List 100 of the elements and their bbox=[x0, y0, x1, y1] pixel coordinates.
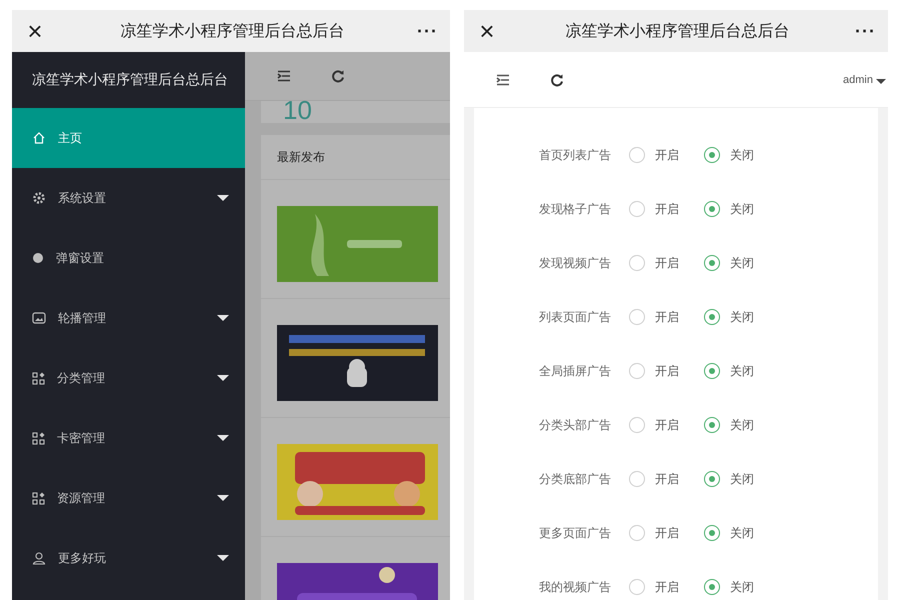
stat-value: 10 bbox=[283, 97, 313, 123]
card-heading: 最新发布 bbox=[261, 135, 450, 180]
radio-label: 开启 bbox=[655, 200, 679, 218]
radio-option[interactable]: 关闭 bbox=[704, 362, 779, 380]
radio-label: 开启 bbox=[655, 578, 679, 596]
radio-option[interactable]: 关闭 bbox=[704, 308, 779, 326]
user-icon bbox=[32, 551, 46, 565]
sidebar-item-label: 主页 bbox=[58, 130, 83, 146]
user-menu[interactable]: admin bbox=[843, 74, 888, 86]
refresh-button[interactable] bbox=[550, 72, 564, 86]
sidebar-item[interactable]: 分类管理 bbox=[12, 348, 245, 408]
close-button[interactable]: × bbox=[474, 18, 500, 44]
radio-button[interactable] bbox=[704, 363, 720, 379]
radio-option[interactable]: 开启 bbox=[629, 524, 704, 542]
radio-button[interactable] bbox=[629, 525, 645, 541]
sidebar-item[interactable]: 主页 bbox=[12, 108, 245, 168]
radio-label: 开启 bbox=[655, 524, 679, 542]
setting-label: 分类头部广告 bbox=[539, 416, 612, 434]
more-button[interactable]: ··· bbox=[417, 20, 438, 42]
radio-option[interactable]: 关闭 bbox=[704, 524, 779, 542]
radio-label: 开启 bbox=[655, 146, 679, 164]
radio-option[interactable]: 开启 bbox=[629, 470, 704, 488]
sidebar-item-label: 弹窗设置 bbox=[56, 250, 105, 266]
radio-label: 开启 bbox=[655, 254, 679, 272]
grid-icon bbox=[32, 492, 45, 504]
radio-label: 关闭 bbox=[730, 524, 754, 542]
refresh-button[interactable] bbox=[331, 69, 345, 83]
radio-label: 开启 bbox=[655, 470, 679, 488]
radio-option[interactable]: 开启 bbox=[629, 416, 704, 434]
radio-button[interactable] bbox=[704, 579, 720, 595]
radio-button[interactable] bbox=[704, 471, 720, 487]
radio-label: 开启 bbox=[655, 308, 679, 326]
sidebar-item-label: 系统设置 bbox=[58, 190, 107, 206]
close-button[interactable]: × bbox=[22, 18, 48, 44]
setting-label: 列表页面广告 bbox=[539, 308, 612, 326]
menu-button[interactable] bbox=[277, 70, 291, 82]
radio-button[interactable] bbox=[704, 417, 720, 433]
radio-button[interactable] bbox=[629, 309, 645, 325]
sidebar-item-label: 轮播管理 bbox=[58, 310, 107, 326]
radio-label: 关闭 bbox=[730, 146, 754, 164]
radio-option[interactable]: 关闭 bbox=[704, 146, 779, 164]
sidebar-item-label: 更多好玩 bbox=[58, 550, 107, 566]
radio-option[interactable]: 开启 bbox=[629, 362, 704, 380]
setting-label: 我的视频广告 bbox=[539, 578, 612, 596]
sidebar-item-label: 卡密管理 bbox=[57, 430, 106, 446]
radio-button[interactable] bbox=[629, 579, 645, 595]
setting-label: 发现格子广告 bbox=[539, 200, 612, 218]
grid-icon bbox=[32, 432, 45, 444]
setting-label: 全局插屏广告 bbox=[539, 362, 612, 380]
radio-label: 关闭 bbox=[730, 362, 754, 380]
radio-button[interactable] bbox=[629, 201, 645, 217]
radio-button[interactable] bbox=[704, 201, 720, 217]
more-button[interactable]: ··· bbox=[855, 20, 876, 42]
radio-option[interactable]: 开启 bbox=[629, 308, 704, 326]
radio-label: 关闭 bbox=[730, 578, 754, 596]
radio-option[interactable]: 开启 bbox=[629, 200, 704, 218]
radio-option[interactable]: 关闭 bbox=[704, 470, 779, 488]
radio-button[interactable] bbox=[629, 255, 645, 271]
sidebar-item[interactable]: 卡密管理 bbox=[12, 408, 245, 468]
sidebar-item-label: 资源管理 bbox=[57, 490, 106, 506]
sidebar-item[interactable]: 系统设置 bbox=[12, 168, 245, 228]
radio-button[interactable] bbox=[704, 255, 720, 271]
sidebar-item[interactable]: 弹窗设置 bbox=[12, 228, 245, 288]
window-title: 凉笙学术小程序管理后台总后台 bbox=[120, 22, 346, 42]
dot-icon bbox=[32, 252, 44, 264]
radio-button[interactable] bbox=[629, 363, 645, 379]
radio-option[interactable]: 关闭 bbox=[704, 578, 779, 596]
sidebar-item[interactable]: 资源管理 bbox=[12, 468, 245, 528]
grid-icon bbox=[32, 372, 45, 384]
radio-button[interactable] bbox=[629, 147, 645, 163]
radio-option[interactable]: 关闭 bbox=[704, 254, 779, 272]
radio-label: 开启 bbox=[655, 362, 679, 380]
radio-button[interactable] bbox=[629, 471, 645, 487]
radio-button[interactable] bbox=[704, 525, 720, 541]
sidebar-item[interactable]: 轮播管理 bbox=[12, 288, 245, 348]
radio-label: 关闭 bbox=[730, 200, 754, 218]
menu-button[interactable] bbox=[496, 74, 510, 86]
radio-option[interactable]: 开启 bbox=[629, 578, 704, 596]
radio-option[interactable]: 关闭 bbox=[704, 416, 779, 434]
window-title: 凉笙学术小程序管理后台总后台 bbox=[564, 22, 790, 42]
setting-label: 首页列表广告 bbox=[539, 146, 612, 164]
radio-button[interactable] bbox=[704, 147, 720, 163]
image-icon bbox=[32, 312, 46, 324]
sidebar-title: 凉笙学术小程序管理后台总后台 bbox=[31, 70, 229, 89]
sidebar-item-label: 分类管理 bbox=[57, 370, 106, 386]
refresh-icon bbox=[550, 72, 564, 86]
radio-option[interactable]: 开启 bbox=[629, 146, 704, 164]
setting-label: 分类底部广告 bbox=[539, 470, 612, 488]
menu-icon bbox=[277, 70, 291, 82]
radio-option[interactable]: 开启 bbox=[629, 254, 704, 272]
radio-button[interactable] bbox=[704, 309, 720, 325]
radio-label: 开启 bbox=[655, 416, 679, 434]
refresh-icon bbox=[331, 69, 345, 83]
radio-label: 关闭 bbox=[730, 416, 754, 434]
sidebar-item[interactable]: 更多好玩 bbox=[12, 528, 245, 588]
home-icon bbox=[32, 131, 46, 145]
setting-label: 更多页面广告 bbox=[539, 524, 612, 542]
radio-option[interactable]: 关闭 bbox=[704, 200, 779, 218]
radio-button[interactable] bbox=[629, 417, 645, 433]
radio-label: 关闭 bbox=[730, 308, 754, 326]
